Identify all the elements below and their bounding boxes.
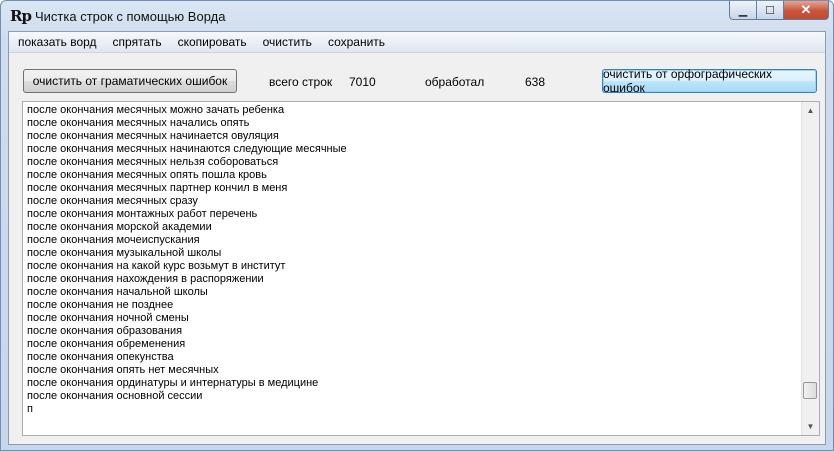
window-controls: ▁ ☐ ✕ [729, 1, 829, 21]
total-lines-label: всего строк [269, 75, 333, 89]
client-area: показать ворд спрятать скопировать очист… [8, 31, 826, 445]
text-lines: после окончания месячных можно зачать ре… [27, 104, 797, 416]
text-line: после окончания морской академии [27, 221, 212, 233]
text-line: после окончания опекунства [27, 351, 174, 363]
clear-spelling-button[interactable]: очистить от орфографических ошибок [602, 67, 817, 95]
text-line: после окончания месячных начались опять [27, 117, 250, 129]
menu-save[interactable]: сохранить [321, 32, 392, 52]
menu-copy[interactable]: скопировать [171, 32, 254, 52]
total-lines-value: 7010 [349, 75, 376, 89]
scroll-thumb[interactable] [803, 382, 817, 399]
text-line: после окончания месячных опять пошла кро… [27, 169, 267, 181]
text-line: после окончания не позднее [27, 299, 174, 311]
app-icon: Rp [10, 7, 32, 25]
title-bar[interactable]: Rp Чистка строк с помощью Ворда ▁ ☐ ✕ [1, 1, 833, 31]
text-line: после окончания месячных можно зачать ре… [27, 104, 285, 116]
menu-show-word[interactable]: показать ворд [11, 32, 104, 52]
app-window: Rp Чистка строк с помощью Ворда ▁ ☐ ✕ по… [0, 0, 834, 451]
text-line: после окончания месячных сразу [27, 195, 198, 207]
text-line: после окончания опять нет месячных [27, 364, 219, 376]
scroll-down-arrow-icon[interactable]: ▼ [802, 418, 819, 435]
text-line: после окончания месячных нельзя соборова… [27, 156, 279, 168]
processed-value: 638 [525, 75, 546, 89]
scroll-up-arrow-icon[interactable]: ▲ [802, 102, 819, 119]
text-line: после окончания основной сессии [27, 390, 203, 402]
text-line: после окончания монтажных работ перечень [27, 208, 258, 220]
horizontal-scroll-area [22, 437, 820, 441]
text-line: после окончания ординатуры и интернатуры… [27, 377, 319, 389]
text-line: после окончания мочеиспускания [27, 234, 200, 246]
clear-grammar-button[interactable]: очистить от граматических ошибок [23, 69, 237, 93]
menu-clear[interactable]: очистить [256, 32, 319, 52]
text-line: после окончания образования [27, 325, 183, 337]
menu-hide[interactable]: спрятать [106, 32, 169, 52]
text-line: после окончания на какой курс возьмут в … [27, 260, 286, 272]
text-line: после окончания обременения [27, 338, 186, 350]
text-line: после окончания месячных начинается овул… [27, 130, 279, 142]
text-line: после окончания начальной школы [27, 286, 208, 298]
menu-bar: показать ворд спрятать скопировать очист… [9, 32, 825, 53]
text-line: после окончания месячных партнер кончил … [27, 182, 288, 194]
text-line: после окончания месячных начинаются след… [27, 143, 347, 155]
lines-textarea[interactable]: после окончания месячных можно зачать ре… [22, 101, 820, 436]
window-title: Чистка строк с помощью Ворда [35, 9, 226, 24]
processed-label: обработал [425, 75, 485, 89]
close-button[interactable]: ✕ [783, 1, 829, 20]
vertical-scrollbar[interactable]: ▲ ▼ [801, 102, 819, 435]
text-line: после окончания музыкальной школы [27, 247, 222, 259]
text-line: после окончания нахождения в распоряжени… [27, 273, 264, 285]
text-line: после окончания ночной смены [27, 312, 189, 324]
text-line: п [27, 403, 33, 415]
minimize-button[interactable]: ▁ [729, 1, 756, 20]
maximize-button[interactable]: ☐ [756, 1, 783, 20]
